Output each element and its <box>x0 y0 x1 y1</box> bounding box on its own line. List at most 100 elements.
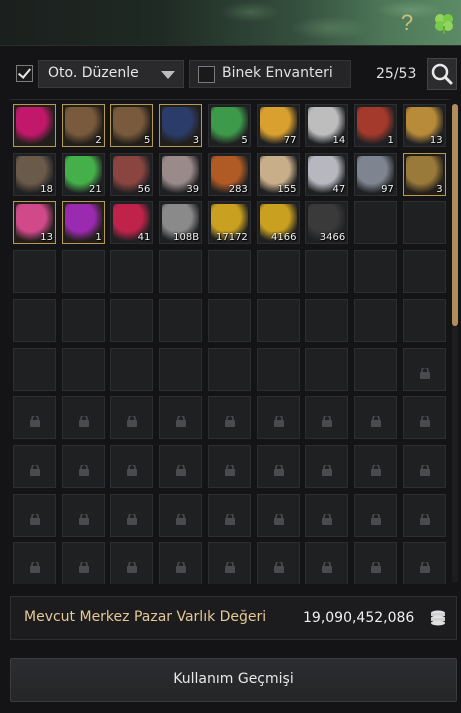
help-icon[interactable]: ? <box>397 10 417 36</box>
inventory-slot[interactable]: 14 <box>305 104 349 147</box>
empty-slot[interactable] <box>402 201 446 245</box>
empty-slot[interactable] <box>159 347 203 391</box>
empty-slot[interactable] <box>353 298 397 342</box>
empty-slot[interactable] <box>61 250 105 294</box>
locked-slot[interactable] <box>159 396 203 440</box>
inventory-slot[interactable]: 5 <box>110 104 154 147</box>
inventory-slot[interactable]: 283 <box>207 152 251 196</box>
locked-slot[interactable] <box>256 542 300 584</box>
locked-slot[interactable] <box>256 396 300 440</box>
empty-slot[interactable] <box>353 347 397 391</box>
locked-slot[interactable] <box>402 493 446 537</box>
inventory-slot[interactable]: 3466 <box>305 201 349 245</box>
locked-slot[interactable] <box>159 493 203 537</box>
inventory-slot[interactable]: 13 <box>13 201 56 245</box>
inventory-slot[interactable]: 56 <box>110 152 154 196</box>
inventory-slot[interactable]: 17172 <box>207 201 251 245</box>
inventory-slot[interactable]: 1 <box>353 104 397 147</box>
inventory-slot[interactable]: 3 <box>402 152 446 196</box>
inventory-scrollbar[interactable] <box>452 104 458 582</box>
locked-slot[interactable] <box>353 396 397 440</box>
empty-slot[interactable] <box>207 347 251 391</box>
inventory-slot[interactable]: 4166 <box>256 201 300 245</box>
empty-slot[interactable] <box>207 250 251 294</box>
locked-slot[interactable] <box>402 542 446 584</box>
locked-slot[interactable] <box>207 493 251 537</box>
inventory-slot[interactable]: 5 <box>207 104 251 147</box>
inventory-slot[interactable] <box>13 104 56 147</box>
inventory-slot[interactable]: 39 <box>159 152 203 196</box>
empty-slot[interactable] <box>402 250 446 294</box>
locked-slot[interactable] <box>61 493 105 537</box>
inventory-slot[interactable]: 21 <box>61 152 105 196</box>
locked-slot[interactable] <box>353 542 397 584</box>
empty-slot[interactable] <box>305 250 349 294</box>
auto-arrange-checkbox[interactable] <box>16 65 33 82</box>
locked-slot[interactable] <box>13 542 56 584</box>
inventory-slot[interactable]: 1 <box>61 201 105 245</box>
locked-slot[interactable] <box>110 493 154 537</box>
empty-slot[interactable] <box>256 298 300 342</box>
mount-inventory-checkbox[interactable] <box>198 66 215 83</box>
locked-slot[interactable] <box>207 396 251 440</box>
inventory-slot[interactable]: 155 <box>256 152 300 196</box>
locked-slot[interactable] <box>13 396 56 440</box>
inventory-slot[interactable]: 18 <box>13 152 56 196</box>
locked-slot[interactable] <box>402 396 446 440</box>
empty-slot[interactable] <box>402 298 446 342</box>
locked-slot[interactable] <box>305 493 349 537</box>
search-button[interactable] <box>427 58 457 90</box>
locked-slot[interactable] <box>353 444 397 488</box>
mount-inventory-toggle[interactable]: Binek Envanteri <box>189 60 351 88</box>
locked-slot[interactable] <box>402 444 446 488</box>
auto-arrange-dropdown[interactable]: Oto. Düzenle <box>38 60 184 88</box>
inventory-slot[interactable]: 2 <box>61 104 105 147</box>
locked-slot[interactable] <box>305 396 349 440</box>
empty-slot[interactable] <box>13 347 56 391</box>
empty-slot[interactable] <box>110 250 154 294</box>
empty-slot[interactable] <box>13 298 56 342</box>
locked-slot[interactable] <box>13 444 56 488</box>
scrollbar-thumb[interactable] <box>452 104 458 326</box>
locked-slot[interactable] <box>61 542 105 584</box>
locked-slot[interactable] <box>353 493 397 537</box>
locked-slot[interactable] <box>207 444 251 488</box>
empty-slot[interactable] <box>305 298 349 342</box>
locked-slot[interactable] <box>61 444 105 488</box>
empty-slot[interactable] <box>13 250 56 294</box>
locked-slot[interactable] <box>110 542 154 584</box>
empty-slot[interactable] <box>353 250 397 294</box>
locked-slot[interactable] <box>402 347 446 391</box>
clover-icon[interactable] <box>432 11 456 35</box>
inventory-slot[interactable]: 108B <box>159 201 203 245</box>
inventory-slot[interactable]: 13 <box>402 104 446 147</box>
inventory-slot[interactable]: 77 <box>256 104 300 147</box>
empty-slot[interactable] <box>353 201 397 245</box>
locked-slot[interactable] <box>207 542 251 584</box>
locked-slot[interactable] <box>256 444 300 488</box>
locked-slot[interactable] <box>61 396 105 440</box>
locked-slot[interactable] <box>305 542 349 584</box>
empty-slot[interactable] <box>256 250 300 294</box>
locked-slot[interactable] <box>159 444 203 488</box>
locked-slot[interactable] <box>159 542 203 584</box>
inventory-slot[interactable]: 41 <box>110 201 154 245</box>
empty-slot[interactable] <box>159 298 203 342</box>
empty-slot[interactable] <box>110 298 154 342</box>
locked-slot[interactable] <box>256 493 300 537</box>
empty-slot[interactable] <box>207 298 251 342</box>
empty-slot[interactable] <box>61 298 105 342</box>
inventory-slot[interactable]: 47 <box>305 152 349 196</box>
empty-slot[interactable] <box>256 347 300 391</box>
empty-slot[interactable] <box>61 347 105 391</box>
locked-slot[interactable] <box>110 396 154 440</box>
inventory-slot[interactable]: 3 <box>159 104 203 147</box>
inventory-slot[interactable]: 97 <box>353 152 397 196</box>
empty-slot[interactable] <box>305 347 349 391</box>
locked-slot[interactable] <box>305 444 349 488</box>
locked-slot[interactable] <box>13 493 56 537</box>
locked-slot[interactable] <box>110 444 154 488</box>
empty-slot[interactable] <box>110 347 154 391</box>
empty-slot[interactable] <box>159 250 203 294</box>
usage-history-button[interactable]: Kullanım Geçmişi <box>10 658 457 702</box>
